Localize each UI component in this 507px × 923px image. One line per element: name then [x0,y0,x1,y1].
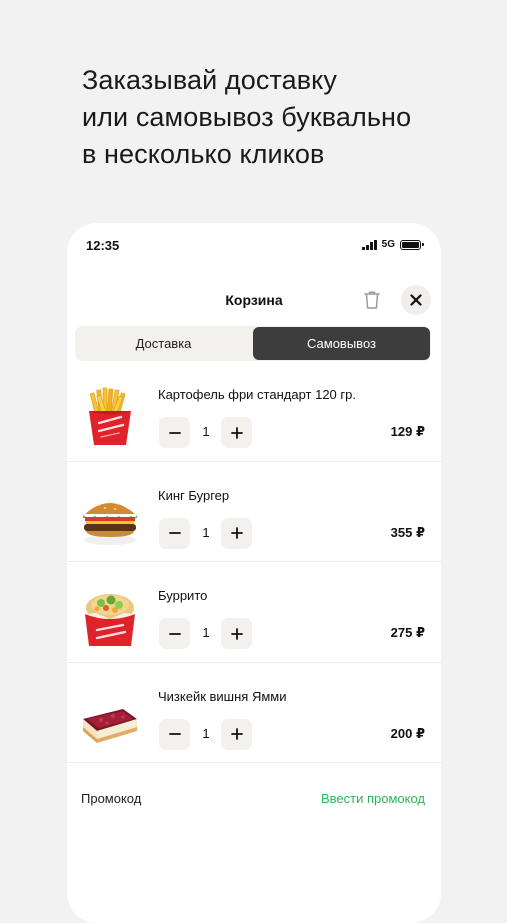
plus-icon [230,426,243,439]
burrito-image [85,594,135,646]
cart-item-cheesecake: Чизкейк вишня Ямми 1 200 ₽ [67,663,441,763]
status-time: 12:35 [86,238,120,253]
plus-icon [230,627,243,640]
trash-icon [364,291,380,309]
cart-title: Корзина [225,292,283,308]
headline-line-3: в несколько кликов [82,139,325,169]
fries-image [89,387,131,445]
enter-promo-code-link[interactable]: Ввести промокод [321,791,425,806]
minus-icon [168,733,181,735]
headline-line-2: или самовывоз буквально [82,102,412,132]
status-icons: 5G [362,239,424,250]
cheesecake-image [83,708,137,743]
signal-icon [362,239,377,250]
item-price: 129 ₽ [390,424,425,439]
increase-quantity-button[interactable] [221,517,252,549]
tab-delivery[interactable]: Доставка [75,326,252,361]
item-quantity: 1 [202,424,210,439]
tab-pickup[interactable]: Самовывоз [253,327,430,360]
item-price: 355 ₽ [390,524,425,540]
plus-icon [230,527,243,539]
status-bar: 12:35 5G [67,223,441,267]
increase-quantity-button[interactable] [221,618,252,649]
increase-quantity-button[interactable] [221,718,252,750]
network-label: 5G [381,239,395,250]
cart-item-fries: Картофель фри стандарт 120 гр. 1 129 ₽ [67,361,441,462]
promo-headline: Заказывай доставку или самовывоз букваль… [82,62,482,173]
close-icon [410,294,422,306]
item-quantity: 1 [202,725,210,741]
decrease-quantity-button[interactable] [159,718,190,750]
promo-code-row: Промокод Ввести промокод [67,783,441,813]
headline-line-1: Заказывай доставку [82,65,337,95]
item-quantity: 1 [202,625,210,640]
increase-quantity-button[interactable] [221,417,252,448]
minus-icon [168,431,181,434]
close-button[interactable] [401,285,431,315]
promo-code-label: Промокод [81,791,142,806]
decrease-quantity-button[interactable] [159,517,190,549]
delivery-mode-tabs: Доставка Самовывоз [75,326,431,361]
item-name: Буррито [158,588,208,603]
item-price: 275 ₽ [390,625,425,640]
burger-image [83,499,137,545]
cart-item-burrito: Буррито 1 275 ₽ [67,562,441,663]
cart-item-burger: Кинг Бургер 1 355 ₽ [67,462,441,562]
battery-icon [400,239,424,250]
item-name: Картофель фри стандарт 120 гр. [158,387,356,402]
clear-cart-button[interactable] [363,289,381,311]
item-name: Кинг Бургер [158,487,230,503]
item-price: 200 ₽ [390,725,425,741]
item-name: Чизкейк вишня Ямми [158,688,287,704]
minus-icon [168,532,181,534]
item-quantity: 1 [202,524,210,540]
plus-icon [230,728,243,740]
cart-items-list: Картофель фри стандарт 120 гр. 1 129 ₽ К… [67,361,441,763]
decrease-quantity-button[interactable] [159,618,190,649]
minus-icon [168,632,181,635]
decrease-quantity-button[interactable] [159,417,190,448]
phone-screen: 12:35 5G Корзина Доставка Самовывоз Карт… [67,223,441,923]
